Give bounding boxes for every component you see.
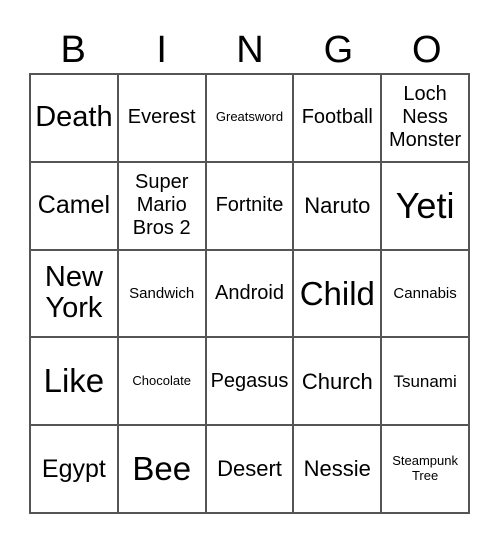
- bingo-cell[interactable]: Everest: [117, 74, 206, 162]
- bingo-cell[interactable]: Android: [205, 249, 294, 338]
- bingo-cell[interactable]: Steampunk Tree: [381, 425, 469, 513]
- bingo-cell[interactable]: Bee: [117, 425, 206, 513]
- bingo-cell[interactable]: Sandwich: [117, 249, 206, 338]
- bingo-cell[interactable]: Pegasus: [205, 337, 294, 426]
- bingo-cell[interactable]: Camel: [30, 161, 118, 250]
- bingo-cell[interactable]: Loch Ness Monster: [381, 74, 469, 162]
- bingo-cell[interactable]: New York: [30, 249, 118, 338]
- bingo-cell[interactable]: Cannabis: [381, 249, 469, 338]
- header-letter-n: N: [236, 29, 264, 71]
- bingo-cell[interactable]: Super Mario Bros 2: [117, 161, 206, 250]
- bingo-cell[interactable]: Death: [30, 74, 118, 162]
- bingo-cell[interactable]: Nessie: [293, 425, 382, 513]
- bingo-cell[interactable]: Football: [293, 74, 382, 162]
- bingo-cell[interactable]: Tsunami: [381, 337, 469, 426]
- bingo-cell[interactable]: Fortnite: [205, 161, 294, 250]
- bingo-cell[interactable]: Naruto: [293, 161, 382, 250]
- bingo-cell[interactable]: Yeti: [381, 161, 469, 250]
- bingo-cell[interactable]: Desert: [205, 425, 294, 513]
- bingo-cell[interactable]: Chocolate: [117, 337, 206, 426]
- header-letter-g: G: [323, 29, 354, 71]
- bingo-cell[interactable]: Child: [293, 249, 382, 338]
- bingo-cell[interactable]: Like: [30, 337, 118, 426]
- bingo-cell[interactable]: Greatsword: [205, 74, 294, 162]
- bingo-cell[interactable]: Church: [293, 337, 382, 426]
- bingo-cell[interactable]: Egypt: [30, 425, 118, 513]
- bingo-grid: Death Everest Greatsword Football Loch Ness …: [29, 73, 470, 514]
- header-letter-b: B: [60, 29, 86, 71]
- header-letter-o: O: [412, 29, 442, 71]
- bingo-header: B I N G O: [29, 28, 471, 72]
- header-letter-i: I: [156, 29, 167, 71]
